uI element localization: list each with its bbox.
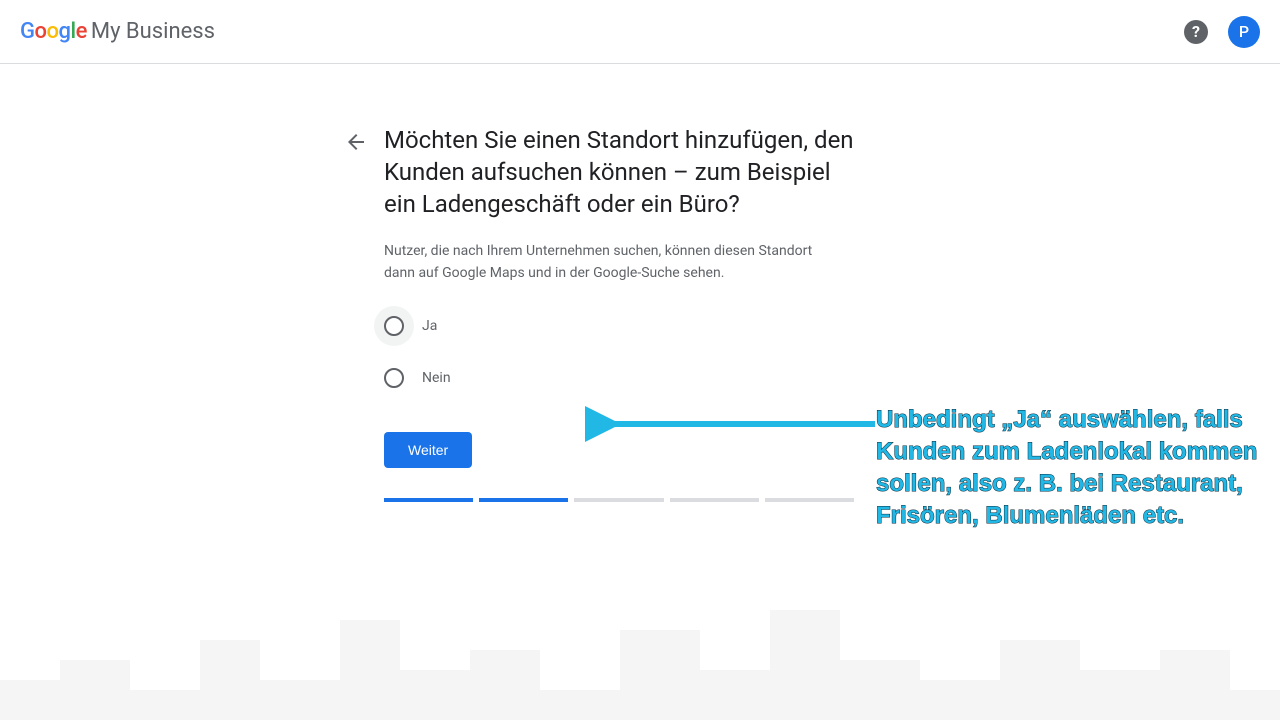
form-heading: Möchten Sie einen Standort hinzufügen, d…	[384, 124, 854, 220]
progress-segment	[574, 498, 663, 502]
progress-segment	[384, 498, 473, 502]
product-name: My Business	[91, 19, 215, 44]
header-actions: ? P	[1184, 16, 1260, 48]
progress-segment	[670, 498, 759, 502]
logo-area: Google My Business	[20, 19, 215, 44]
annotation-text: Unbedingt „Ja“ auswählen, falls Kunden z…	[876, 404, 1266, 532]
main-content: Möchten Sie einen Standort hinzufügen, d…	[0, 64, 1280, 124]
progress-segment	[765, 498, 854, 502]
radio-option-yes[interactable]: Ja	[384, 312, 854, 340]
skyline-decoration	[0, 580, 1280, 720]
google-logo: Google	[20, 19, 87, 44]
continue-button[interactable]: Weiter	[384, 432, 472, 468]
progress-segment	[479, 498, 568, 502]
onboarding-form: Möchten Sie einen Standort hinzufügen, d…	[384, 124, 854, 502]
radio-label: Ja	[422, 318, 437, 334]
back-arrow-icon[interactable]	[344, 130, 368, 154]
radio-circle-icon	[384, 316, 404, 336]
app-header: Google My Business ? P	[0, 0, 1280, 64]
help-icon[interactable]: ?	[1184, 20, 1208, 44]
form-subtext: Nutzer, die nach Ihrem Unternehmen suche…	[384, 240, 814, 284]
radio-option-no[interactable]: Nein	[384, 364, 854, 392]
radio-label: Nein	[422, 370, 451, 386]
radio-circle-icon	[384, 368, 404, 388]
progress-bar	[384, 498, 854, 502]
avatar[interactable]: P	[1228, 16, 1260, 48]
